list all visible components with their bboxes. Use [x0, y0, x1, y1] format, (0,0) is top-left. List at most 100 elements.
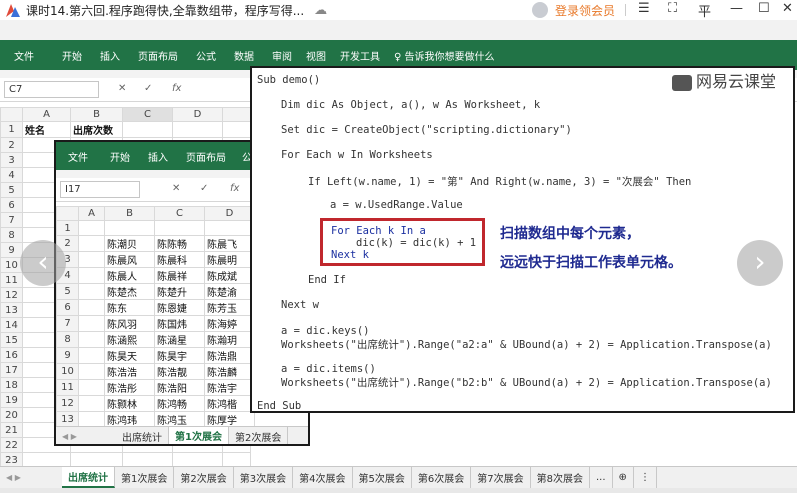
corner-cell[interactable] — [56, 206, 79, 221]
cell[interactable] — [154, 220, 205, 236]
row-header[interactable]: 10 — [56, 363, 79, 380]
column-header[interactable]: B — [104, 206, 155, 221]
row-header[interactable]: 11 — [0, 272, 23, 288]
ribbon-tab-formulas[interactable]: 公式 — [196, 48, 216, 63]
tell-me-search[interactable]: ♀ 告诉我你想要做什么 — [394, 48, 495, 63]
ribbon-tab-review[interactable]: 审阅 — [272, 48, 292, 63]
cell[interactable] — [78, 251, 105, 268]
fx-icon[interactable]: fx — [172, 83, 181, 94]
prev-slide-button[interactable]: ‹ — [20, 240, 66, 286]
login-vip-link[interactable]: 登录领会员 — [555, 2, 615, 19]
row-header[interactable]: 8 — [56, 331, 79, 348]
split-handle-icon[interactable]: ⋮ — [634, 467, 657, 488]
name-box[interactable]: I17 — [60, 181, 140, 198]
cell[interactable]: 陈昊天 — [104, 347, 155, 364]
sheet-tab[interactable]: 第6次展会 — [412, 467, 472, 488]
ribbon-tab-insert[interactable]: 插入 — [148, 149, 168, 164]
row-header[interactable]: 20 — [0, 407, 23, 423]
cell[interactable] — [78, 363, 105, 380]
cancel-icon[interactable]: ✕ — [172, 183, 180, 194]
cell[interactable]: 陈芳玉 — [204, 299, 255, 316]
cloud-upload-icon[interactable]: ☁ — [314, 3, 327, 18]
pin-icon[interactable]: 平 — [698, 1, 711, 20]
cell[interactable]: 陈陈畅 — [154, 235, 205, 252]
cell[interactable]: 陈鸿楷 — [204, 395, 255, 412]
column-header[interactable]: A — [22, 107, 71, 122]
tab-scroll-arrows[interactable]: ◀ ▶ — [0, 467, 62, 488]
cell[interactable]: 陈国炜 — [154, 315, 205, 332]
ribbon-tab-developer[interactable]: 开发工具 — [340, 48, 380, 63]
row-header[interactable]: 9 — [56, 347, 79, 364]
row-header[interactable]: 15 — [0, 332, 23, 348]
cell[interactable]: 陈瀚玥 — [204, 331, 255, 348]
cell[interactable] — [122, 121, 173, 138]
column-header[interactable] — [222, 107, 251, 122]
ribbon-tab-page-layout[interactable]: 页面布局 — [138, 48, 178, 63]
cell[interactable]: 陈浩靓 — [154, 363, 205, 380]
row-header[interactable]: 19 — [0, 392, 23, 408]
row-header[interactable]: 5 — [56, 283, 79, 300]
cell[interactable] — [78, 283, 105, 300]
cell[interactable]: 陈涵星 — [154, 331, 205, 348]
cell[interactable]: 陈潮贝 — [104, 235, 155, 252]
corner-cell[interactable] — [0, 107, 23, 122]
cell[interactable]: 陈浩浩 — [104, 363, 155, 380]
name-box[interactable]: C7 — [4, 81, 99, 98]
row-header[interactable]: 8 — [0, 227, 23, 243]
cell[interactable] — [78, 395, 105, 412]
sheet-tab[interactable]: 第5次展会 — [353, 467, 412, 488]
cell[interactable]: 陈风羽 — [104, 315, 155, 332]
sheet-tab[interactable]: 第2次展会 — [174, 467, 234, 488]
cell[interactable]: 陈晨祥 — [154, 267, 205, 284]
ribbon-tab-home[interactable]: 开始 — [62, 48, 82, 63]
row-header[interactable]: 1 — [56, 220, 79, 236]
cell[interactable]: 陈东 — [104, 299, 155, 316]
cell[interactable]: 姓名 — [22, 121, 71, 138]
sheet-tab[interactable]: 第3次展会 — [234, 467, 294, 488]
cell[interactable]: 陈楚升 — [154, 283, 205, 300]
row-header[interactable]: 13 — [0, 302, 23, 318]
row-header[interactable]: 2 — [0, 137, 23, 153]
column-header[interactable]: B — [70, 107, 123, 122]
column-header[interactable]: C — [154, 206, 205, 221]
cell[interactable]: 陈涵熙 — [104, 331, 155, 348]
cell[interactable]: 陈楚渝 — [204, 283, 255, 300]
cell[interactable]: 陈晨飞 — [204, 235, 255, 252]
add-sheet-icon[interactable]: ⊕ — [613, 467, 634, 488]
cell[interactable] — [104, 220, 155, 236]
ribbon-tab-data[interactable]: 数据 — [234, 48, 254, 63]
close-button[interactable]: ✕ — [782, 1, 793, 16]
row-header[interactable]: 4 — [0, 167, 23, 183]
cell[interactable] — [78, 315, 105, 332]
cell[interactable] — [78, 299, 105, 316]
avatar[interactable] — [532, 2, 548, 18]
column-header[interactable]: D — [172, 107, 223, 122]
horizontal-scrollbar[interactable] — [657, 467, 797, 488]
cell[interactable] — [172, 121, 223, 138]
column-header[interactable]: C — [122, 107, 173, 122]
row-header[interactable]: 16 — [0, 347, 23, 363]
cell[interactable] — [204, 220, 255, 236]
menu-icon[interactable]: ☰ — [638, 1, 650, 16]
column-header[interactable]: D — [204, 206, 255, 221]
row-header[interactable]: 5 — [0, 182, 23, 198]
fullscreen-icon[interactable]: ⛶ — [668, 1, 677, 16]
sheet-tab[interactable]: 第8次展会 — [531, 467, 590, 488]
cell[interactable] — [78, 267, 105, 284]
cell[interactable]: 陈浩鼎 — [204, 347, 255, 364]
cell[interactable]: 陈恩婕 — [154, 299, 205, 316]
row-header[interactable]: 6 — [56, 299, 79, 316]
cell[interactable]: 陈颢林 — [104, 395, 155, 412]
column-header[interactable]: A — [78, 206, 105, 221]
cell[interactable]: 陈成斌 — [204, 267, 255, 284]
sheet-tab[interactable]: 第2次展会 — [229, 427, 289, 444]
sheet-tab-active[interactable]: 出席统计 — [62, 467, 115, 488]
cell[interactable]: 陈晨风 — [104, 251, 155, 268]
cell[interactable]: 陈晨明 — [204, 251, 255, 268]
row-header[interactable]: 14 — [0, 317, 23, 333]
sheet-tab[interactable]: 第7次展会 — [471, 467, 531, 488]
ribbon-tab-view[interactable]: 视图 — [306, 48, 326, 63]
fx-icon[interactable]: fx — [230, 183, 239, 194]
cell[interactable] — [78, 220, 105, 236]
maximize-button[interactable]: ☐ — [758, 1, 770, 16]
